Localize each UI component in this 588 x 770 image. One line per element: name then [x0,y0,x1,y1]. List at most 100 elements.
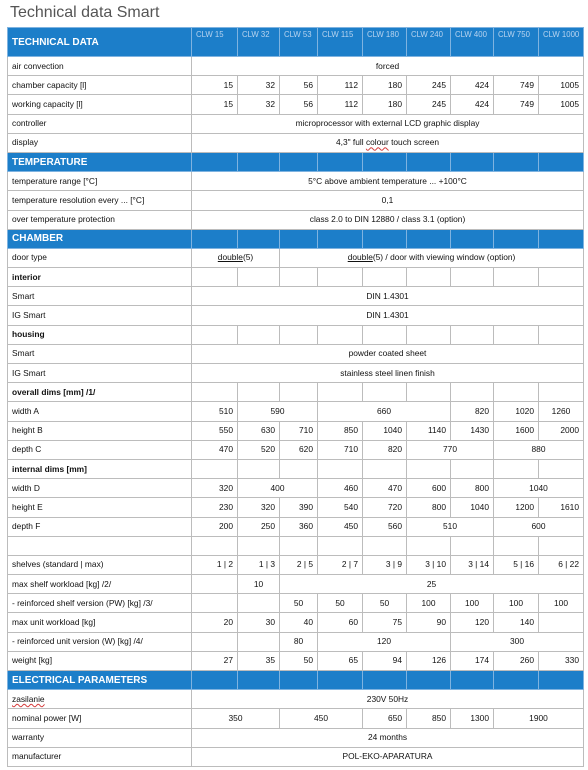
row-height-e: height E 230 320 390 540 720 800 1040 12… [7,497,584,518]
row-label: height E [7,497,192,518]
row-label: width A [7,401,192,422]
row-value: powder coated sheet [191,343,584,365]
cell-value: 470 [362,478,407,499]
cell-value: 40 [279,612,318,633]
cell-value: 360 [279,516,318,537]
row-label: Smart [7,286,192,307]
cell-value: 1430 [450,420,494,441]
cell-value: 140 [493,612,539,633]
cell-value: 800 [406,497,451,518]
spec-sheet: Technical data Smart TECHNICAL DATA CLW … [0,0,588,770]
cell-value: 424 [450,94,494,115]
row-housing-smart: Smart powder coated sheet [7,343,584,365]
cell-value: 56 [279,94,318,115]
cell-value: 80 [279,631,318,652]
model-header: CLW 115 [317,27,363,57]
cell-value: 424 [450,75,494,96]
cell-value: 75 [362,612,407,633]
cell-value: 174 [450,650,494,672]
cell-value: 100 [450,593,494,614]
row-internal-dims-group: internal dims [mm] [7,458,584,480]
group-label: overall dims [mm] /1/ [7,382,192,403]
row-interior-ig-smart: IG Smart DIN 1.4301 [7,305,584,326]
row-label: height B [7,420,192,441]
cell-value: 2 | 5 [279,554,318,576]
row-label: door type [7,247,192,269]
cell-value: 35 [237,650,280,672]
row-value: 5°C above ambient temperature ... +100°C [191,171,584,192]
cell-value: 770 [406,439,494,460]
cell-value: 200 [191,516,238,537]
cell-value: 320 [237,497,280,518]
row-door-type: door type double(5) double(5) / door wit… [7,247,584,269]
cell-value: 710 [317,439,363,460]
cell-value: 90 [406,612,451,633]
row-air-convection: air convection forced [7,55,584,77]
cell-value: 100 [493,593,539,614]
group-label: interior [7,267,192,288]
cell-value: 660 [317,401,451,422]
row-value: stainless steel linen finish [191,362,584,384]
row-label: depth F [7,516,192,537]
door-type-note: (5) / door with viewing window (option) [372,252,516,263]
section-header-technical: TECHNICAL DATA CLW 15 CLW 32 CLW 53 CLW … [7,27,584,57]
row-value: microprocessor with external LCD graphic… [191,113,584,134]
row-value: 24 months [191,727,584,748]
cell-value: 20 [191,612,238,633]
cell-value: 460 [317,478,363,499]
row-chamber-capacity: chamber capacity [l] 15 32 56 112 180 24… [7,75,584,96]
cell-value: 3 | 9 [362,554,407,576]
cell-value: 50 [279,593,318,614]
row-value: double(5) / door with viewing window (op… [279,247,584,269]
row-controller: controller microprocessor with external … [7,113,584,134]
row-width-d: width D 320 400 460 470 600 800 1040 [7,478,584,499]
cell-value: 1300 [450,708,494,729]
model-header: CLW 53 [279,27,318,57]
technical-data-table: TECHNICAL DATA CLW 15 CLW 32 CLW 53 CLW … [7,27,584,767]
section-title: ELECTRICAL PARAMETERS [7,669,192,691]
row-display: display 4,3" full colour touch screen [7,132,584,153]
cell-value: 56 [279,75,318,96]
row-label: controller [7,113,192,134]
row-reinforced-unit: - reinforced unit version (W) [kg] /4/ 8… [7,631,584,652]
row-label: warranty [7,727,192,748]
cell-value: 50 [317,593,363,614]
model-header: CLW 750 [493,27,539,57]
cell-value: 749 [493,75,539,96]
model-header: CLW 400 [450,27,494,57]
row-value: DIN 1.4301 [191,305,584,326]
cell-value: 1005 [538,75,584,96]
row-interior-group: interior [7,267,584,288]
cell-value: 100 [406,593,451,614]
cell-value: 1040 [450,497,494,518]
row-label: temperature resolution every ... [°C] [7,190,192,211]
cell-value: 112 [317,75,363,96]
cell-value: 800 [450,478,494,499]
cell-value: 400 [237,478,318,499]
row-value: 0,1 [191,190,584,211]
cell-value: 10 [237,574,280,595]
cell-value: 450 [317,516,363,537]
cell-value: 1 | 2 [191,554,238,576]
cell-value: 32 [237,75,280,96]
cell-value: 600 [406,478,451,499]
cell-value: 50 [279,650,318,672]
cell-value: 1200 [493,497,539,518]
group-label: internal dims [mm] [7,458,192,480]
cell-value: 15 [191,94,238,115]
row-housing-ig-smart: IG Smart stainless steel linen finish [7,362,584,384]
cell-value: 15 [191,75,238,96]
cell-value: 560 [362,516,407,537]
row-label: weight [kg] [7,650,192,672]
cell-value: 180 [362,75,407,96]
cell-value: 320 [191,478,238,499]
cell-value: 1040 [362,420,407,441]
cell-value: 390 [279,497,318,518]
row-max-shelf-workload: max shelf workload [kg] /2/ 10 25 [7,574,584,595]
cell-value: 1900 [493,708,584,729]
section-header-electrical: ELECTRICAL PARAMETERS [7,669,584,691]
cell-value: 880 [493,439,584,460]
cell-value: 749 [493,94,539,115]
cell-value: 2 | 7 [317,554,363,576]
cell-value: 2000 [538,420,584,441]
